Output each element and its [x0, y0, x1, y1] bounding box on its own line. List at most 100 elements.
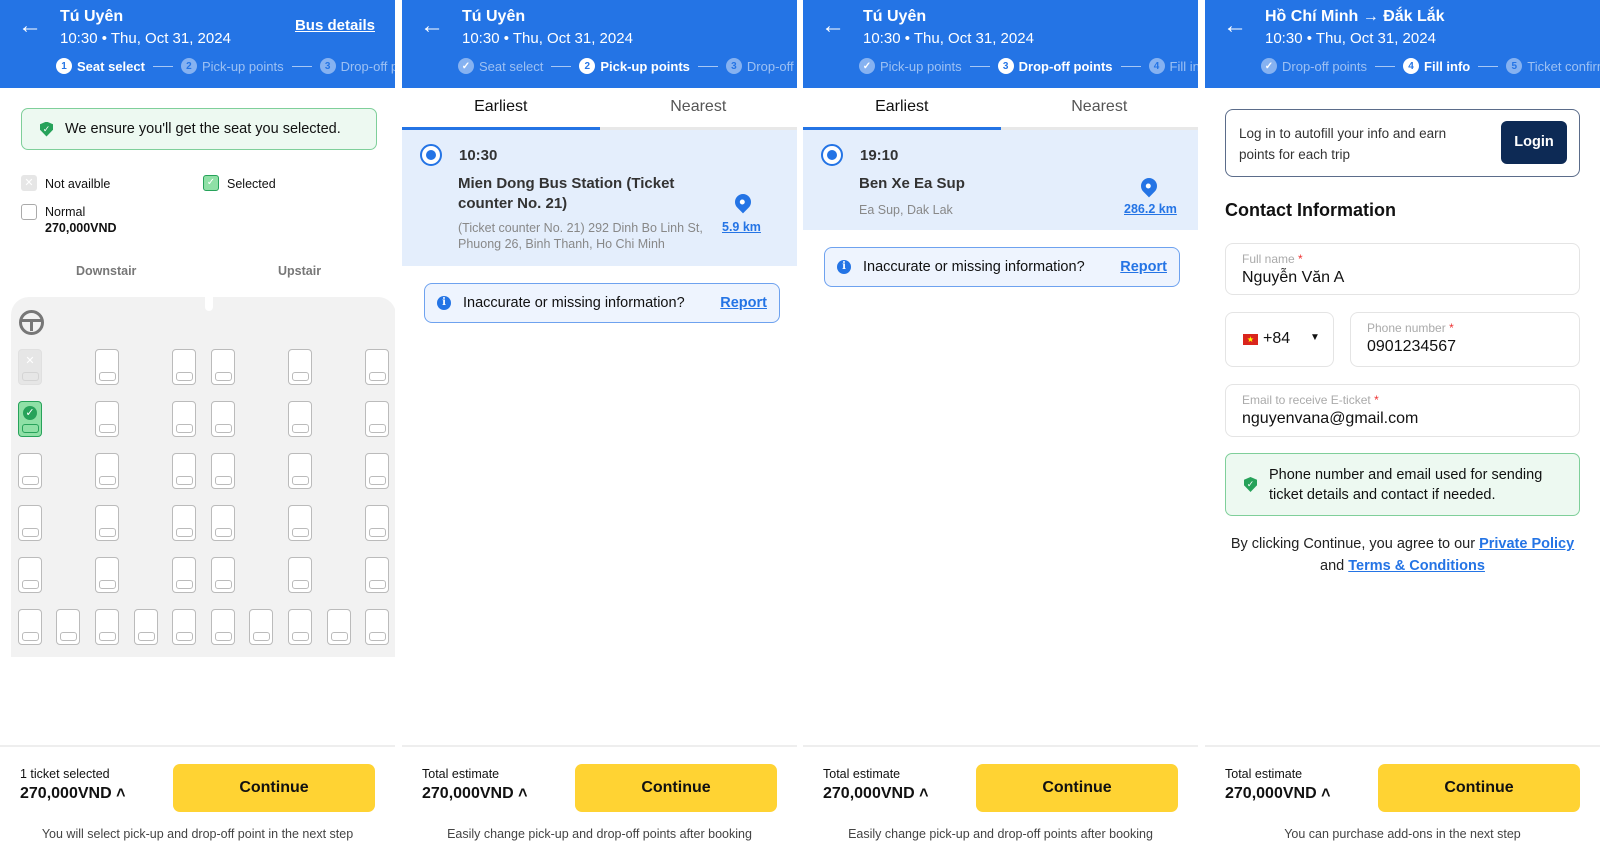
- tab-nearest[interactable]: Nearest: [600, 88, 798, 127]
- map-pin-icon: [1137, 174, 1161, 198]
- login-button[interactable]: Login: [1501, 121, 1567, 164]
- seat-normal[interactable]: [365, 349, 389, 385]
- agreement-and: and: [1320, 558, 1345, 574]
- seat-normal[interactable]: [18, 609, 42, 645]
- full-name-field[interactable]: Full name * Nguyễn Văn A: [1225, 243, 1580, 295]
- seat-normal[interactable]: [172, 401, 196, 437]
- info-icon: i: [837, 260, 851, 274]
- seat-normal[interactable]: [172, 453, 196, 489]
- seat-normal[interactable]: [288, 557, 312, 593]
- distance-link[interactable]: 5.9 km: [722, 220, 761, 234]
- step-3: 3Drop-off p: [725, 58, 797, 74]
- seat-normal[interactable]: [365, 401, 389, 437]
- bus-details-link[interactable]: Bus details: [295, 17, 375, 34]
- country-code-select[interactable]: ★ +84 ▼: [1225, 312, 1334, 367]
- step-label: Fill info: [1424, 58, 1471, 74]
- legend-normal: Normal: [45, 205, 86, 219]
- seat-normal[interactable]: [211, 349, 235, 385]
- seat-normal[interactable]: [327, 609, 351, 645]
- step-connector: [1375, 65, 1396, 67]
- pickup-time: 10:30: [459, 147, 498, 164]
- seat-normal[interactable]: [211, 609, 235, 645]
- seat-normal[interactable]: [172, 349, 196, 385]
- report-link[interactable]: Report: [720, 295, 767, 311]
- step-label: Drop-off p: [340, 58, 395, 74]
- continue-button[interactable]: Continue: [976, 764, 1178, 812]
- seat-normal[interactable]: [172, 505, 196, 541]
- price-toggle[interactable]: 270,000VND ˄: [823, 785, 928, 803]
- seat-normal[interactable]: [95, 557, 119, 593]
- seat-normal[interactable]: [95, 505, 119, 541]
- seat-selected[interactable]: ✓: [18, 401, 42, 437]
- back-arrow-icon[interactable]: ←: [1223, 14, 1247, 38]
- notice-text: Phone number and email used for sending …: [1269, 466, 1543, 503]
- pickup-points-screen: ← Tú Uyên 10:30 • Thu, Oct 31, 2024 ✓ Sea…: [402, 0, 797, 854]
- seat-normal[interactable]: [172, 557, 196, 593]
- seat-normal[interactable]: [288, 401, 312, 437]
- dropoff-point-option[interactable]: 19:10 Ben Xe Ea Sup Ea Sup, Dak Lak 286.…: [803, 130, 1198, 230]
- seat-normal[interactable]: [95, 453, 119, 489]
- seat-normal[interactable]: [211, 453, 235, 489]
- seat-normal[interactable]: [288, 505, 312, 541]
- seat-normal[interactable]: [365, 505, 389, 541]
- seat-normal[interactable]: [288, 609, 312, 645]
- seat-normal[interactable]: [211, 401, 235, 437]
- stepper: ✓ Pick-up points 3Drop-off points 4Fill inf: [859, 58, 1198, 74]
- seat-normal[interactable]: [172, 609, 196, 645]
- seat-normal[interactable]: [95, 609, 119, 645]
- phone-field[interactable]: Phone number * 0901234567: [1350, 312, 1580, 367]
- price-toggle[interactable]: 270,000VND ˄: [1225, 785, 1330, 803]
- continue-button[interactable]: Continue: [173, 764, 375, 812]
- price-toggle[interactable]: 270,000VND ˄: [422, 785, 527, 803]
- price-toggle[interactable]: 270,000VND ˄: [20, 785, 125, 803]
- step-label: Pick-up points: [880, 58, 962, 74]
- info-icon: i: [437, 296, 451, 310]
- seat-normal[interactable]: [95, 401, 119, 437]
- step-number: 3: [319, 58, 336, 74]
- pickup-address: (Ticket counter No. 21) 292 Dinh Bo Linh…: [458, 221, 703, 251]
- seat-normal[interactable]: [134, 609, 158, 645]
- seat-normal[interactable]: [18, 557, 42, 593]
- tab-earliest[interactable]: Earliest: [803, 88, 1001, 130]
- email-field[interactable]: Email to receive E-ticket * nguyenvana@g…: [1225, 384, 1580, 437]
- back-arrow-icon[interactable]: ←: [18, 14, 42, 38]
- seat-normal[interactable]: [288, 453, 312, 489]
- ticket-count: 1 ticket selected: [20, 767, 110, 781]
- continue-button[interactable]: Continue: [575, 764, 777, 812]
- footer: Total estimate 270,000VND ˄ Continue Eas…: [402, 745, 797, 854]
- tab-nearest[interactable]: Nearest: [1001, 88, 1199, 127]
- seat-normal[interactable]: [95, 349, 119, 385]
- trip-time: 10:30 • Thu, Oct 31, 2024: [60, 30, 231, 47]
- check-icon: ✓: [23, 406, 37, 420]
- step-3: 5 Ticket confirm: [1506, 58, 1600, 74]
- radio-selected[interactable]: [420, 144, 442, 166]
- seat-normal[interactable]: [288, 349, 312, 385]
- seat-normal[interactable]: [211, 557, 235, 593]
- login-prompt: Log in to autofill your info and earn po…: [1239, 126, 1447, 162]
- seat-normal[interactable]: [365, 609, 389, 645]
- seat-normal[interactable]: [365, 557, 389, 593]
- back-arrow-icon[interactable]: ←: [420, 14, 444, 38]
- terms-link[interactable]: Terms & Conditions: [1348, 558, 1485, 574]
- dropoff-time: 19:10: [860, 147, 899, 164]
- report-link[interactable]: Report: [1120, 259, 1167, 275]
- back-arrow-icon[interactable]: ←: [821, 14, 845, 38]
- required-mark: *: [1374, 393, 1379, 407]
- step-number: 5: [1506, 58, 1523, 74]
- seat-normal[interactable]: [249, 609, 273, 645]
- seat-normal[interactable]: [211, 505, 235, 541]
- pickup-point-option[interactable]: 10:30 Mien Dong Bus Station (Ticket coun…: [402, 130, 797, 266]
- continue-button[interactable]: Continue: [1378, 764, 1580, 812]
- shield-check-icon: ✓: [1244, 477, 1257, 492]
- distance-link[interactable]: 286.2 km: [1124, 202, 1177, 216]
- step-2: 4 Fill info: [1403, 58, 1470, 74]
- seat-normal[interactable]: [18, 453, 42, 489]
- seat-normal[interactable]: [18, 505, 42, 541]
- seat-normal[interactable]: [365, 453, 389, 489]
- seat-normal[interactable]: [56, 609, 80, 645]
- radio-selected[interactable]: [821, 144, 843, 166]
- selected-icon: ✓: [203, 175, 219, 191]
- tab-earliest[interactable]: Earliest: [402, 88, 600, 130]
- downstair-label: Downstair: [76, 264, 137, 278]
- privacy-policy-link[interactable]: Private Policy: [1479, 536, 1574, 552]
